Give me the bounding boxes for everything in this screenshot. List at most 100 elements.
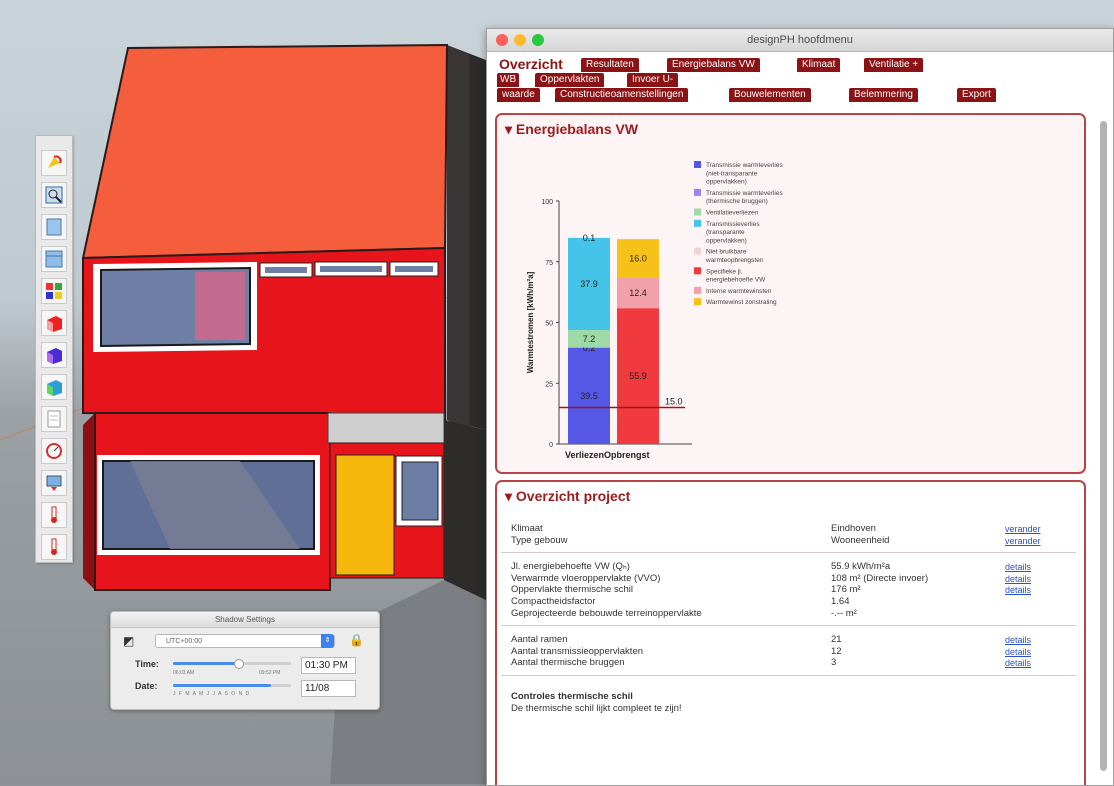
- overview-row-label: Aantal ramen: [511, 634, 568, 645]
- project-overview-section: ▾ Overzicht project Klimaat Eindhoven vera…: [495, 480, 1086, 786]
- overview-row-value: 1.64: [831, 596, 850, 607]
- paint-bucket-icon[interactable]: [41, 150, 67, 176]
- tool-palette: [35, 135, 73, 563]
- divider: [501, 552, 1076, 553]
- tab-overzicht[interactable]: Overzicht: [497, 56, 565, 72]
- building-block-red-icon[interactable]: [41, 310, 67, 336]
- bar-data-label: 16.0: [629, 254, 647, 264]
- overview-row-link[interactable]: details: [1005, 574, 1031, 584]
- building-block-green-icon[interactable]: [41, 374, 67, 400]
- energy-balance-chart: Warmtestromen [kWh/m²a]025507510039.50.2…: [497, 115, 1084, 472]
- overview-row-value: Eindhoven: [831, 523, 876, 534]
- building-block-purple-icon[interactable]: [41, 342, 67, 368]
- tab-oppervlakten[interactable]: Oppervlakten: [535, 73, 604, 87]
- time-label: Time:: [135, 659, 159, 669]
- tab-klimaat[interactable]: Klimaat: [797, 58, 840, 72]
- bar-data-label: 0.1: [583, 233, 596, 243]
- components-icon[interactable]: [41, 278, 67, 304]
- title-bar: designPH hoofdmenu: [487, 29, 1113, 52]
- shadow-toggle-icon[interactable]: ◩: [123, 634, 134, 648]
- overview-row-link[interactable]: details: [1005, 635, 1031, 645]
- overview-row-link[interactable]: details: [1005, 585, 1031, 595]
- legend-swatch: [694, 189, 701, 196]
- export-icon[interactable]: [41, 470, 67, 496]
- window-icon[interactable]: [41, 246, 67, 272]
- thermometer-icon[interactable]: [41, 502, 67, 528]
- tab-bouwelementen[interactable]: Bouwelementen: [729, 88, 811, 102]
- legend-swatch: [694, 248, 701, 255]
- bar-data-label: 7.2: [583, 334, 596, 344]
- tab-waarde[interactable]: waarde: [497, 88, 540, 102]
- time-max: 09:52 PM: [259, 670, 280, 676]
- legend-label: Transmissie warmteverlies: [706, 190, 783, 197]
- legend-label: Transmissieverlies: [706, 221, 760, 228]
- overview-row-label: Type gebouw: [511, 535, 568, 546]
- y-tick-label: 50: [545, 321, 553, 328]
- bar-data-label: 37.9: [580, 279, 598, 289]
- legend-label: Niet bruikbare: [706, 249, 747, 256]
- overview-row-value: 12: [831, 646, 842, 657]
- bar-data-label: 12.4: [629, 288, 647, 298]
- legend-label: warmteopbrengsten: [705, 257, 764, 264]
- overview-row-value: 176 m²: [831, 584, 861, 595]
- time-slider[interactable]: [173, 662, 238, 665]
- time-field[interactable]: 01:30 PM: [301, 657, 356, 674]
- reference-line-label: 15.0: [665, 397, 683, 407]
- controls-text: De thermische schil lijkt compleet te zi…: [511, 703, 682, 714]
- overview-row-label: Oppervlakte thermische schil: [511, 584, 633, 595]
- overview-row-value: 3: [831, 657, 836, 668]
- scrollbar[interactable]: [1100, 121, 1107, 771]
- y-tick-label: 0: [549, 442, 553, 449]
- legend-swatch: [694, 287, 701, 294]
- tab-export[interactable]: Export: [957, 88, 996, 102]
- shadow-settings-panel: Shadow Settings ◩ UTC+00:00⇕ 🔒 Time: Dat…: [110, 611, 380, 710]
- sheet-icon[interactable]: [41, 214, 67, 240]
- y-tick-label: 75: [545, 260, 553, 267]
- thermometer-icon[interactable]: [41, 534, 67, 560]
- date-label: Date:: [135, 681, 158, 691]
- tab-ventilatie[interactable]: Ventilatie +: [864, 58, 923, 72]
- x-category-label: VerliezenOpbrengst: [565, 450, 650, 460]
- overview-row-label: Jl. energiebehoefte VW (Qₕ): [511, 561, 630, 572]
- legend-label: (thermische bruggen): [706, 198, 768, 205]
- overview-row-link[interactable]: verander: [1005, 536, 1041, 546]
- date-slider[interactable]: [173, 684, 271, 687]
- chevron-down-icon: ⇕: [321, 634, 334, 648]
- section-title-overzicht[interactable]: ▾ Overzicht project: [505, 488, 630, 505]
- overview-row-link[interactable]: details: [1005, 658, 1031, 668]
- overview-row-label: Aantal transmissieoppervlakten: [511, 646, 643, 657]
- legend-label: Interne warmtewinsten: [706, 288, 772, 295]
- legend-swatch: [694, 267, 701, 274]
- overview-row-label: Geprojecteerde bebouwde terreinoppervlak…: [511, 608, 702, 619]
- tab-resultaten[interactable]: Resultaten: [581, 58, 639, 72]
- overview-row-label: Aantal thermische bruggen: [511, 657, 625, 668]
- overview-row-value: 55.9 kWh/m²a: [831, 561, 890, 572]
- overview-row-link[interactable]: verander: [1005, 524, 1041, 534]
- date-field[interactable]: 11/08: [301, 680, 356, 697]
- legend-label: oppervlakken): [706, 237, 747, 244]
- overview-row-label: Klimaat: [511, 523, 543, 534]
- tab-belemmering[interactable]: Belemmering: [849, 88, 918, 102]
- overview-row-value: 21: [831, 634, 842, 645]
- legend-swatch: [694, 298, 701, 305]
- tab-constructies[interactable]: Constructieoamenstellingen: [555, 88, 688, 102]
- gauge-icon[interactable]: [41, 438, 67, 464]
- document-icon[interactable]: [41, 406, 67, 432]
- tab-energiebalans[interactable]: Energiebalans VW: [667, 58, 760, 72]
- overview-row-link[interactable]: details: [1005, 647, 1031, 657]
- legend-swatch: [694, 220, 701, 227]
- controls-title: Controles thermische schil: [511, 691, 633, 702]
- lock-icon[interactable]: 🔒: [349, 633, 364, 647]
- legend-label: Transmissie warmteverlies: [706, 162, 783, 169]
- zoom-extents-icon[interactable]: [41, 182, 67, 208]
- time-slider-handle[interactable]: [234, 659, 244, 669]
- legend-label: (niet-transparante: [706, 170, 758, 177]
- divider: [501, 675, 1076, 676]
- designph-window: designPH hoofdmenu Overzicht Resultaten …: [486, 28, 1114, 786]
- tab-wb[interactable]: WB: [497, 73, 519, 87]
- overview-row-label: Verwarmde vloeroppervlakte (VVO): [511, 573, 660, 584]
- overview-row-link[interactable]: details: [1005, 562, 1031, 572]
- shadow-settings-title: Shadow Settings: [111, 612, 379, 628]
- tab-invoer-u[interactable]: Invoer U-: [627, 73, 678, 87]
- timezone-select[interactable]: UTC+00:00⇕: [155, 634, 335, 648]
